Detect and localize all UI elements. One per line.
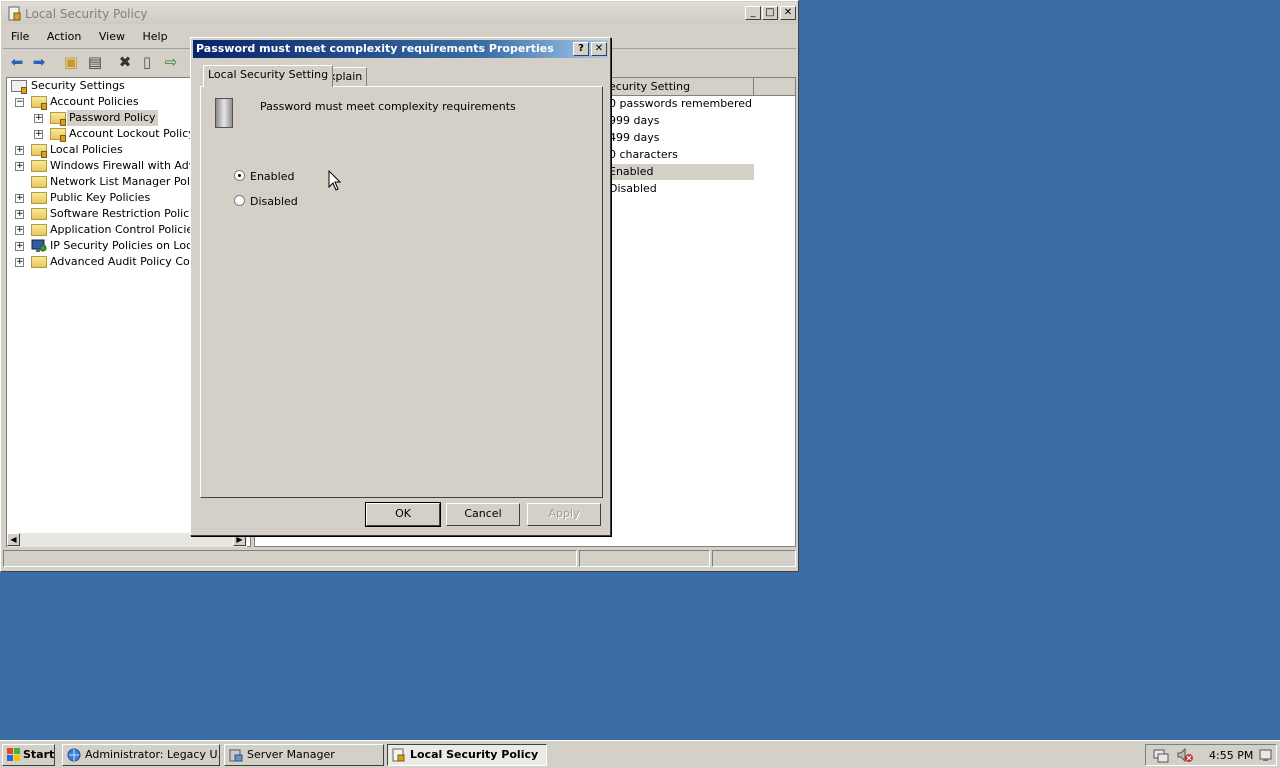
up-folder-icon[interactable]: ▣ <box>61 52 81 72</box>
disabled-radio[interactable] <box>234 195 245 206</box>
folder-lock-icon <box>50 112 66 126</box>
minimize-button[interactable]: _ <box>745 6 761 20</box>
ip-security-monitor-icon <box>31 239 47 252</box>
mouse-cursor-icon <box>328 170 342 191</box>
expand-icon[interactable]: + <box>15 210 24 219</box>
task-button-server-manager[interactable]: Server Manager <box>224 744 384 766</box>
folder-lock-icon <box>31 96 47 110</box>
list-row[interactable]: 0 passwords remembered <box>609 96 752 112</box>
lock-icon <box>60 119 66 126</box>
properties-icon[interactable]: ▯ <box>137 52 157 72</box>
enabled-radio[interactable] <box>234 170 245 181</box>
status-cell <box>3 550 577 567</box>
delete-icon[interactable]: ✖ <box>115 52 135 72</box>
folder-lock-icon <box>31 144 47 158</box>
folder-lock-icon <box>50 128 66 142</box>
menu-action[interactable]: Action <box>40 27 88 46</box>
list-row[interactable]: Disabled <box>609 181 657 197</box>
close-button[interactable]: ✕ <box>780 6 796 20</box>
radio-selected-dot <box>238 174 241 177</box>
tab-local-security-setting[interactable]: Local Security Setting <box>203 65 334 87</box>
collapse-icon[interactable]: − <box>15 98 24 107</box>
globe-icon <box>67 748 81 762</box>
properties-dialog: Password must meet complexity requiremen… <box>190 37 611 536</box>
window-titlebar[interactable]: Local Security Policy _ □ ✕ <box>2 2 797 24</box>
menu-file[interactable]: File <box>4 27 36 46</box>
network-icon[interactable] <box>1153 748 1169 763</box>
back-arrow-icon[interactable]: ⬅ <box>7 52 27 72</box>
expand-icon[interactable]: + <box>15 146 24 155</box>
enabled-radio-label[interactable]: Enabled <box>250 170 294 183</box>
security-settings-icon <box>11 80 27 94</box>
task-button-powershell[interactable]: Administrator: Legacy U... <box>62 744 220 766</box>
task-button-local-security-policy[interactable]: Local Security Policy <box>387 744 547 766</box>
task-label: Server Manager <box>247 748 335 761</box>
lock-icon <box>41 151 47 158</box>
folder-icon <box>31 192 47 204</box>
menu-bar: File Action View Help <box>4 27 175 47</box>
list-row-selected[interactable]: Enabled <box>609 164 754 180</box>
column-security-setting[interactable]: ecurity Setting <box>609 80 690 93</box>
list-row[interactable]: 999 days <box>609 113 659 129</box>
expand-icon[interactable]: + <box>15 226 24 235</box>
clock[interactable]: 4:55 PM <box>1209 749 1253 762</box>
expand-icon[interactable]: + <box>15 242 24 251</box>
expand-icon[interactable]: + <box>15 258 24 267</box>
expand-icon[interactable]: + <box>15 194 24 203</box>
dialog-close-button[interactable]: ✕ <box>591 42 607 56</box>
dialog-title: Password must meet complexity requiremen… <box>196 42 554 55</box>
lock-icon <box>41 103 47 110</box>
folder-icon <box>31 176 47 188</box>
folder-icon <box>31 160 47 172</box>
list-row[interactable]: 0 characters <box>609 147 678 163</box>
apply-button[interactable]: Apply <box>527 503 601 526</box>
status-cell <box>579 550 710 567</box>
status-cell <box>712 550 796 567</box>
status-bar <box>3 550 796 569</box>
task-label: Administrator: Legacy U... <box>85 748 220 761</box>
maximize-button[interactable]: □ <box>762 6 778 20</box>
task-label: Local Security Policy <box>410 748 539 761</box>
ok-button[interactable]: OK <box>365 502 441 527</box>
policy-name: Password must meet complexity requiremen… <box>260 100 516 113</box>
cancel-button[interactable]: Cancel <box>446 503 520 526</box>
dialog-titlebar[interactable]: Password must meet complexity requiremen… <box>193 40 608 58</box>
server-manager-icon <box>229 749 243 762</box>
show-hide-tree-icon[interactable]: ▤ <box>85 52 105 72</box>
expand-icon[interactable]: + <box>15 162 24 171</box>
scroll-left-icon[interactable]: ◀ <box>7 533 20 546</box>
windows-logo-icon <box>7 748 20 761</box>
start-label: Start <box>23 748 55 761</box>
expand-icon[interactable]: + <box>34 114 43 123</box>
disabled-radio-label[interactable]: Disabled <box>250 195 298 208</box>
security-policy-icon <box>8 6 21 21</box>
menu-help[interactable]: Help <box>135 27 174 46</box>
expand-icon[interactable]: + <box>34 130 43 139</box>
lock-icon <box>21 87 27 94</box>
show-desktop-icon[interactable] <box>1259 748 1273 763</box>
export-list-icon[interactable]: ⇨ <box>161 52 181 72</box>
volume-muted-icon[interactable] <box>1177 748 1193 763</box>
security-policy-icon <box>392 748 405 762</box>
folder-icon <box>31 224 47 236</box>
system-tray: 4:55 PM <box>1145 744 1277 766</box>
tab-panel <box>200 86 603 498</box>
server-policy-icon <box>215 98 233 128</box>
menu-view[interactable]: View <box>92 27 132 46</box>
help-button[interactable]: ? <box>573 42 589 56</box>
start-button[interactable]: Start <box>2 744 55 766</box>
folder-icon <box>31 208 47 220</box>
forward-arrow-icon[interactable]: ➡ <box>29 52 49 72</box>
list-row[interactable]: 499 days <box>609 130 659 146</box>
window-title: Local Security Policy <box>25 7 148 21</box>
taskbar: Start Administrator: Legacy U... Server … <box>0 740 1280 768</box>
column-divider[interactable] <box>753 78 754 95</box>
lock-icon <box>60 135 66 142</box>
folder-icon <box>31 256 47 268</box>
